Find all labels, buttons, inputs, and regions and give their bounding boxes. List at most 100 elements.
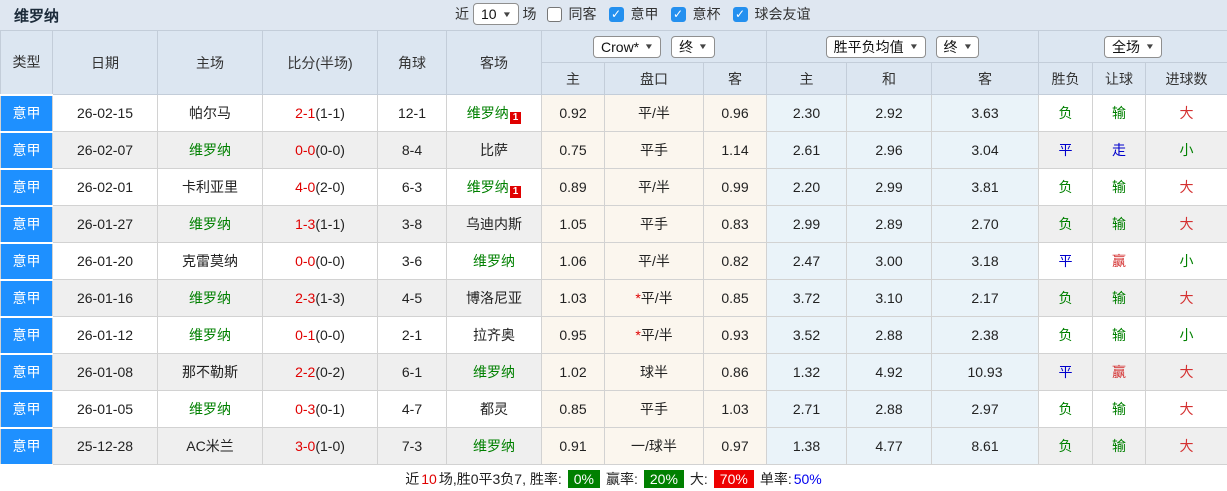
odds-home-cell: 0.85 [541, 390, 605, 428]
avg-lose-cell: 2.97 [931, 390, 1039, 428]
match-table: 类型 日期 主场 比分(半场) 角球 客场 Crow* ▼ 终 ▼ 胜平负均值 ▼ 终… [0, 30, 1227, 466]
wdl-result-cell: 平 [1038, 242, 1093, 280]
avg-time-select[interactable]: 终 ▼ [935, 35, 980, 58]
avg-group-header: 胜平负均值 ▼ 终 ▼ [766, 30, 1039, 63]
avg-draw-cell: 3.00 [846, 242, 932, 280]
away-team-cell: 都灵 [446, 390, 542, 428]
chevron-down-icon: ▼ [908, 42, 919, 51]
goals-result-cell: 大 [1144, 168, 1227, 206]
wdl-result-cell: 负 [1038, 205, 1093, 243]
top-bar: 维罗纳 近 10 ▼ 场 同客 ✓ 意甲 ✓ 意杯 ✓ 球会友谊 [0, 0, 1227, 30]
wdl-result-cell: 负 [1038, 94, 1093, 132]
odds-time-select[interactable]: 终 ▼ [671, 35, 715, 58]
single-rate-value: 50% [793, 470, 822, 487]
date-cell: 26-01-08 [52, 353, 158, 391]
score-cell: 0-0(0-0) [262, 242, 378, 280]
date-cell: 26-01-20 [52, 242, 158, 280]
away-team-cell: 拉齐奥 [446, 316, 542, 354]
odds-home-cell: 0.92 [541, 94, 605, 132]
table-row: 意甲 26-01-12 维罗纳 0-1(0-0) 2-1 拉齐奥 0.95 *平/半 0.93 3… [0, 315, 1227, 355]
avg-time-value: 终 [943, 38, 958, 55]
chevron-down-icon: ▼ [501, 9, 512, 19]
handicap-result-cell: 输 [1092, 427, 1146, 465]
handicap-cell: 球半 [604, 353, 704, 391]
corner-cell: 8-4 [377, 131, 447, 169]
wdl-result-cell: 平 [1038, 131, 1093, 169]
wdl-result-cell: 平 [1038, 353, 1093, 391]
avg-draw-cell: 2.92 [846, 94, 932, 132]
scope-select[interactable]: 全场 ▼ [1104, 35, 1162, 58]
near-count-value: 10 [481, 6, 497, 22]
col-header-avg-lose: 客 [931, 62, 1039, 95]
home-team-cell: 维罗纳 [157, 390, 263, 428]
red-badge: 1 [509, 186, 522, 198]
col-header-type: 类型 [0, 30, 53, 95]
checkbox-checked[interactable]: ✓ [732, 6, 748, 22]
avg-win-cell: 3.72 [766, 279, 847, 317]
handicap-cell: 一/球半 [604, 427, 704, 465]
checkbox-label[interactable]: 球会友谊 [755, 4, 811, 24]
odds-away-cell: 0.97 [703, 427, 767, 465]
league-cell: 意甲 [0, 389, 53, 429]
checkbox-label[interactable]: 意杯 [693, 4, 721, 24]
away-team-cell: 维罗纳 [446, 427, 542, 465]
avg-lose-cell: 8.61 [931, 427, 1039, 465]
odds-away-cell: 0.83 [703, 205, 767, 243]
checkbox-checked[interactable]: ✓ [608, 6, 624, 22]
handicap-cell: *平/半 [604, 316, 704, 354]
date-cell: 26-02-07 [52, 131, 158, 169]
odds-away-cell: 0.86 [703, 353, 767, 391]
checkbox-label[interactable]: 意甲 [631, 4, 659, 24]
odds-home-cell: 1.03 [541, 279, 605, 317]
home-team-cell: 克雷莫纳 [157, 242, 263, 280]
odds-source-select[interactable]: Crow* ▼ [593, 35, 662, 58]
table-row: 意甲 26-01-16 维罗纳 2-3(1-3) 4-5 博洛尼亚 1.03 *平/半 0.85… [0, 278, 1227, 318]
handicap-result-cell: 输 [1092, 205, 1146, 243]
avg-win-cell: 2.99 [766, 205, 847, 243]
avg-lose-cell: 3.04 [931, 131, 1039, 169]
footer-single-label: 单率: [759, 470, 792, 487]
handicap-result-cell: 输 [1092, 390, 1146, 428]
table-row: 意甲 26-01-20 克雷莫纳 0-0(0-0) 3-6 维罗纳 1.06 平/半 0.82 2… [0, 241, 1227, 281]
checkbox-checked[interactable]: ✓ [670, 6, 686, 22]
col-header-home: 主场 [157, 30, 263, 95]
score-cell: 0-3(0-1) [262, 390, 378, 428]
odds-source-value: Crow* [601, 38, 640, 55]
chevron-down-icon: ▼ [643, 42, 655, 51]
col-header-goals: 进球数 [1144, 62, 1227, 95]
goals-result-cell: 大 [1144, 353, 1227, 391]
goals-result-cell: 大 [1144, 390, 1227, 428]
avg-source-select[interactable]: 胜平负均值 ▼ [825, 35, 926, 58]
home-team-cell: AC米兰 [157, 427, 263, 465]
footer-winpct-label: 赢率: [605, 470, 638, 487]
filter-checkboxes: 同客 ✓ 意甲 ✓ 意杯 ✓ 球会友谊 [546, 4, 819, 24]
away-team-cell: 博洛尼亚 [446, 279, 542, 317]
checkbox-label[interactable]: 同客 [569, 4, 597, 24]
avg-win-cell: 2.47 [766, 242, 847, 280]
col-header-date: 日期 [52, 30, 158, 95]
score-cell: 0-1(0-0) [262, 316, 378, 354]
near-label: 近 [455, 6, 469, 22]
league-cell: 意甲 [0, 278, 53, 318]
corner-cell: 4-5 [377, 279, 447, 317]
col-header-avg-draw: 和 [846, 62, 932, 95]
avg-draw-cell: 2.88 [846, 390, 932, 428]
avg-win-cell: 1.32 [766, 353, 847, 391]
odds-away-cell: 0.96 [703, 94, 767, 132]
table-row: 意甲 26-01-08 那不勒斯 2-2(0-2) 6-1 维罗纳 1.02 球半 0.86 1.… [0, 352, 1227, 392]
avg-win-cell: 2.61 [766, 131, 847, 169]
handicap-result-cell: 赢 [1092, 242, 1146, 280]
away-team-cell: 维罗纳 1 [446, 168, 542, 206]
odds-time-value: 终 [679, 38, 694, 55]
handicap-cell: *平/半 [604, 279, 704, 317]
league-cell: 意甲 [0, 241, 53, 281]
goals-result-cell: 大 [1144, 205, 1227, 243]
match-table-body: 意甲 26-02-15 帕尔马 2-1(1-1) 12-1 维罗纳 1 0.92 平/半 0.96… [0, 93, 1227, 466]
handicap-result-cell: 输 [1092, 168, 1146, 206]
near-count-select[interactable]: 10 ▼ [473, 3, 519, 25]
handicap-win-badge: 20% [643, 469, 684, 488]
scope-value: 全场 [1112, 38, 1141, 55]
avg-win-cell: 2.30 [766, 94, 847, 132]
date-cell: 26-01-05 [52, 390, 158, 428]
checkbox-unchecked[interactable] [546, 6, 562, 22]
